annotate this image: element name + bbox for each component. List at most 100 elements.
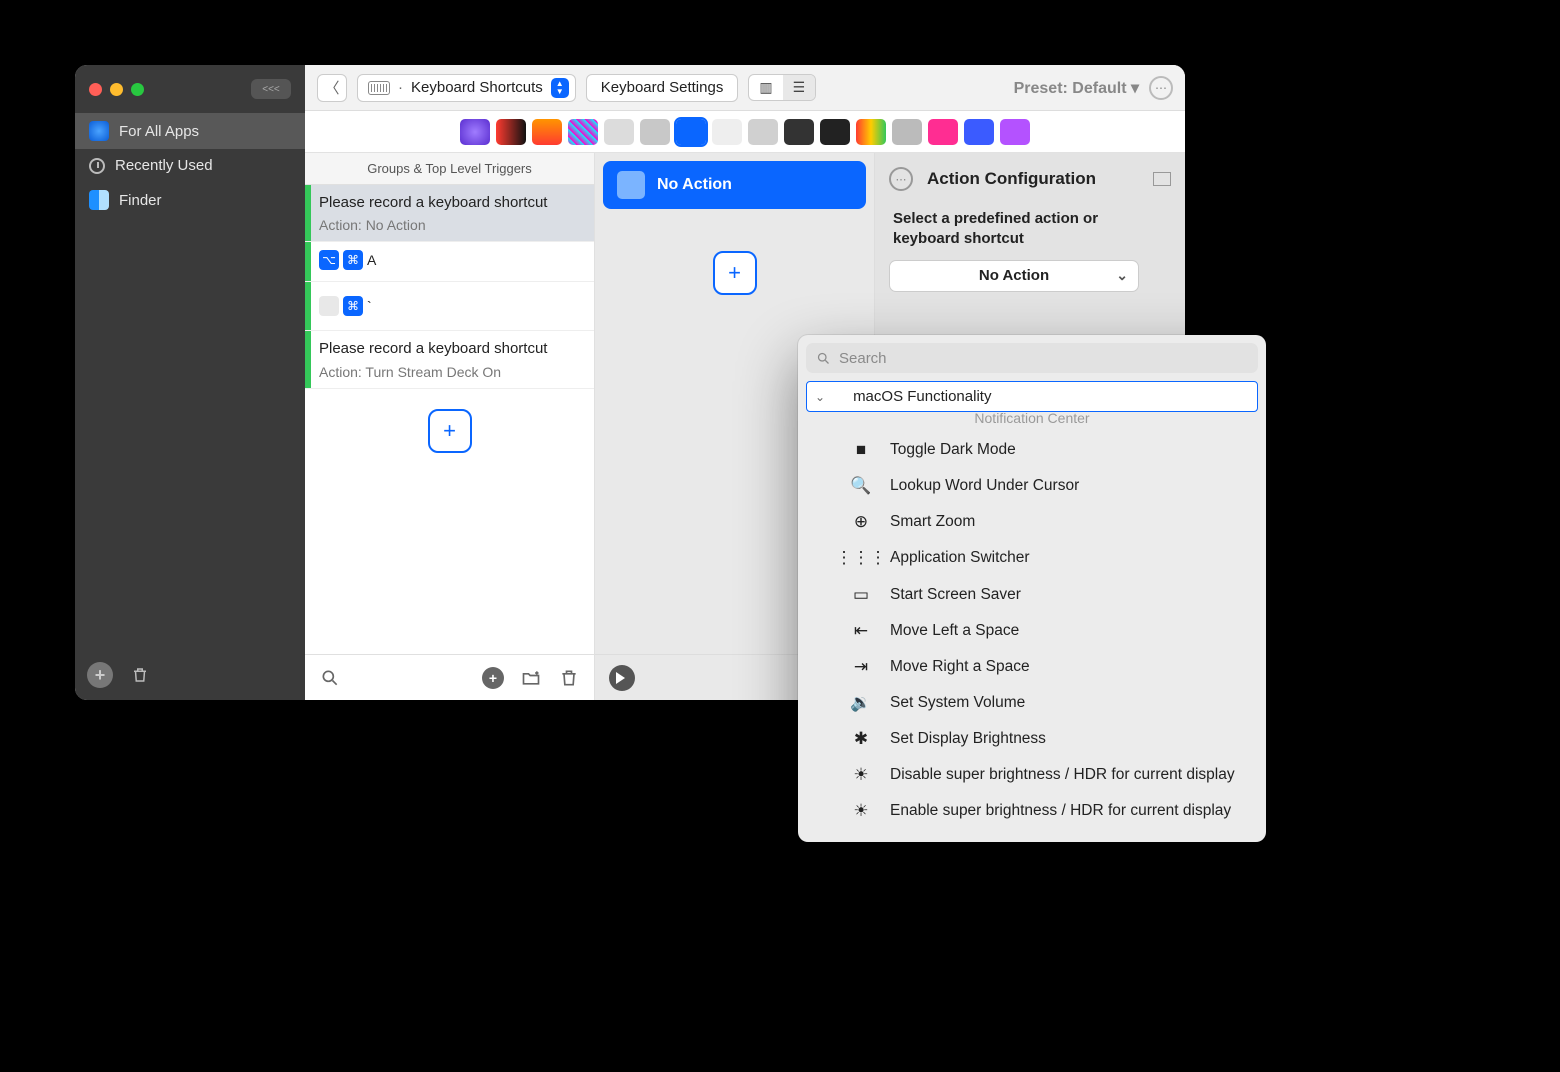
action-search-field[interactable]: Search	[806, 343, 1258, 373]
clock-icon	[89, 158, 105, 174]
trigger-row[interactable]: Please record a keyboard shortcut Action…	[305, 185, 594, 242]
sidebar-item-all-apps[interactable]: For All Apps	[75, 113, 305, 149]
device-icon[interactable]	[928, 119, 958, 145]
command-key-icon: ⌘	[343, 296, 363, 316]
action-option[interactable]: ☀ Enable super brightness / HDR for curre…	[810, 795, 1254, 827]
option-label: Enable super brightness / HDR for curren…	[890, 801, 1248, 821]
device-icon[interactable]	[604, 119, 634, 145]
keyboard-settings-button[interactable]: Keyboard Settings	[586, 74, 739, 102]
trigger-key-label: `	[367, 298, 372, 314]
window-controls: <<<	[75, 65, 305, 107]
sidebar-item-label: Finder	[119, 192, 162, 209]
run-action-button[interactable]	[609, 665, 635, 691]
add-action-button[interactable]: +	[713, 251, 757, 295]
device-icon-keyboard[interactable]	[676, 119, 706, 145]
option-label: Set System Volume	[890, 693, 1248, 713]
device-icon[interactable]	[820, 119, 850, 145]
device-icon[interactable]	[1000, 119, 1030, 145]
trigger-type-dropdown[interactable]: · Keyboard Shortcuts ▲▼	[357, 74, 576, 102]
sidebar-item-finder[interactable]: Finder	[75, 182, 305, 218]
delete-trigger-button[interactable]	[558, 667, 580, 689]
trigger-row[interactable]: ⌥ ⌘ A	[305, 242, 594, 282]
action-option[interactable]: ■ Toggle Dark Mode	[810, 434, 1254, 466]
action-option[interactable]: ⇥ Move Right a Space	[810, 651, 1254, 683]
select-value: No Action	[979, 267, 1049, 284]
screensaver-icon: ▭	[850, 585, 872, 605]
action-group-row[interactable]: ⌄ macOS Functionality	[806, 381, 1258, 412]
device-icon[interactable]	[856, 119, 886, 145]
add-app-button[interactable]: +	[87, 662, 113, 688]
device-icon[interactable]	[640, 119, 670, 145]
trigger-subtitle: Action: Turn Stream Deck On	[319, 364, 584, 380]
sidebar: <<< For All Apps Recently Used Finder +	[75, 65, 305, 700]
delete-app-button[interactable]	[127, 662, 153, 688]
more-menu-button[interactable]: ⋯	[1149, 76, 1173, 100]
new-folder-button[interactable]	[520, 667, 542, 689]
device-icon[interactable]	[532, 119, 562, 145]
keyboard-icon	[368, 81, 390, 95]
action-option[interactable]: 🔍Lookup Word Under Cursor	[810, 470, 1254, 502]
trigger-row[interactable]: Please record a keyboard shortcut Action…	[305, 331, 594, 388]
trash-icon	[131, 666, 149, 684]
option-label: Toggle Dark Mode	[890, 440, 1248, 460]
blank-key-icon	[319, 296, 339, 316]
option-label: Move Left a Space	[890, 621, 1248, 641]
device-icon[interactable]	[460, 119, 490, 145]
zoom-icon: ⊕	[850, 512, 872, 532]
option-label: Start Screen Saver	[890, 585, 1248, 605]
columns-view-icon[interactable]: ▥	[749, 75, 782, 100]
search-placeholder: Search	[839, 350, 887, 367]
action-option[interactable]: ⇤Move Left a Space	[810, 615, 1254, 647]
option-label: Disable super brightness / HDR for curre…	[890, 765, 1248, 785]
action-item[interactable]: No Action	[603, 161, 866, 209]
toolbar-back-button[interactable]: 〈	[317, 74, 347, 102]
volume-icon: 🔉	[850, 693, 872, 713]
detach-window-icon[interactable]	[1153, 172, 1171, 186]
add-trigger-button[interactable]: +	[428, 409, 472, 453]
action-option[interactable]: ✱Set Display Brightness	[810, 723, 1254, 755]
view-mode-segment[interactable]: ▥ ☰	[748, 74, 816, 101]
sidebar-collapse-button[interactable]: <<<	[251, 79, 291, 99]
trigger-row[interactable]: ⌘ `	[305, 282, 594, 331]
action-option[interactable]: ⊕Smart Zoom	[810, 506, 1254, 538]
action-option[interactable]: ⋮⋮⋮ Application Switcher	[810, 542, 1254, 574]
dark-mode-icon: ■	[850, 440, 872, 460]
device-icon[interactable]	[568, 119, 598, 145]
action-picker-popover: Search ⌄ macOS Functionality Notificatio…	[798, 335, 1266, 842]
device-icon[interactable]	[784, 119, 814, 145]
hdr-on-icon: ☀	[850, 801, 872, 821]
move-right-icon: ⇥	[850, 657, 872, 677]
config-title: Action Configuration	[927, 169, 1096, 189]
device-icon[interactable]	[712, 119, 742, 145]
device-icon[interactable]	[748, 119, 778, 145]
action-option[interactable]: ▭ Start Screen Saver	[810, 579, 1254, 611]
trigger-key-label: A	[367, 252, 376, 268]
button-label: Keyboard Settings	[601, 79, 724, 96]
list-view-icon[interactable]: ☰	[783, 75, 816, 100]
config-more-button[interactable]: ⋯	[889, 167, 913, 191]
device-icon[interactable]	[964, 119, 994, 145]
trigger-subtitle: Action: No Action	[319, 217, 584, 233]
sidebar-footer: +	[75, 650, 305, 700]
device-icon[interactable]	[496, 119, 526, 145]
option-label: Application Switcher	[890, 548, 1248, 568]
add-button[interactable]: +	[482, 667, 504, 689]
action-select[interactable]: No Action	[889, 260, 1139, 292]
finder-icon	[89, 190, 109, 210]
action-option[interactable]: 🔉 Set System Volume	[810, 687, 1254, 719]
search-button[interactable]	[319, 667, 341, 689]
option-label: Move Right a Space	[890, 657, 1248, 677]
brightness-icon: ✱	[850, 729, 872, 749]
lookup-icon: 🔍	[850, 476, 872, 496]
device-icon[interactable]	[892, 119, 922, 145]
trigger-title: Please record a keyboard shortcut	[319, 193, 584, 213]
close-window-button[interactable]	[89, 83, 102, 96]
preset-dropdown[interactable]: Preset: Default ▾	[1014, 78, 1139, 98]
minimize-window-button[interactable]	[110, 83, 123, 96]
truncated-option-label: Notification Center	[806, 410, 1258, 426]
sidebar-item-recently-used[interactable]: Recently Used	[75, 149, 305, 182]
zoom-window-button[interactable]	[131, 83, 144, 96]
trigger-title: Please record a keyboard shortcut	[319, 339, 584, 359]
app-switcher-icon: ⋮⋮⋮	[850, 548, 872, 568]
action-option[interactable]: ☀Disable super brightness / HDR for curr…	[810, 759, 1254, 791]
